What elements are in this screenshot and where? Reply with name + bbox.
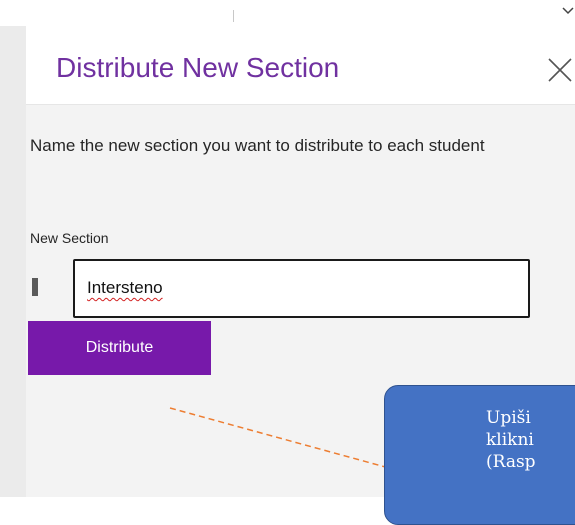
pane-header: Distribute New Section [26, 26, 575, 105]
callout-box: Upiši klikni (Rasp [384, 385, 575, 525]
top-toolbar-strip [0, 0, 575, 26]
instruction-text: Name the new section you want to distrib… [30, 136, 485, 155]
left-gutter [0, 26, 26, 497]
section-name-value: Interstenо [87, 278, 163, 297]
close-icon[interactable] [546, 54, 575, 86]
section-name-input[interactable]: Interstenо [73, 259, 530, 318]
distribute-button[interactable]: Distribute [28, 321, 211, 375]
new-section-label: New Section [30, 230, 109, 246]
toolbar-divider [233, 10, 234, 22]
section-marker [32, 278, 38, 296]
pane-title: Distribute New Section [56, 52, 340, 83]
chevron-down-icon[interactable] [561, 4, 575, 18]
callout-text: Upiši klikni (Rasp [486, 408, 536, 472]
